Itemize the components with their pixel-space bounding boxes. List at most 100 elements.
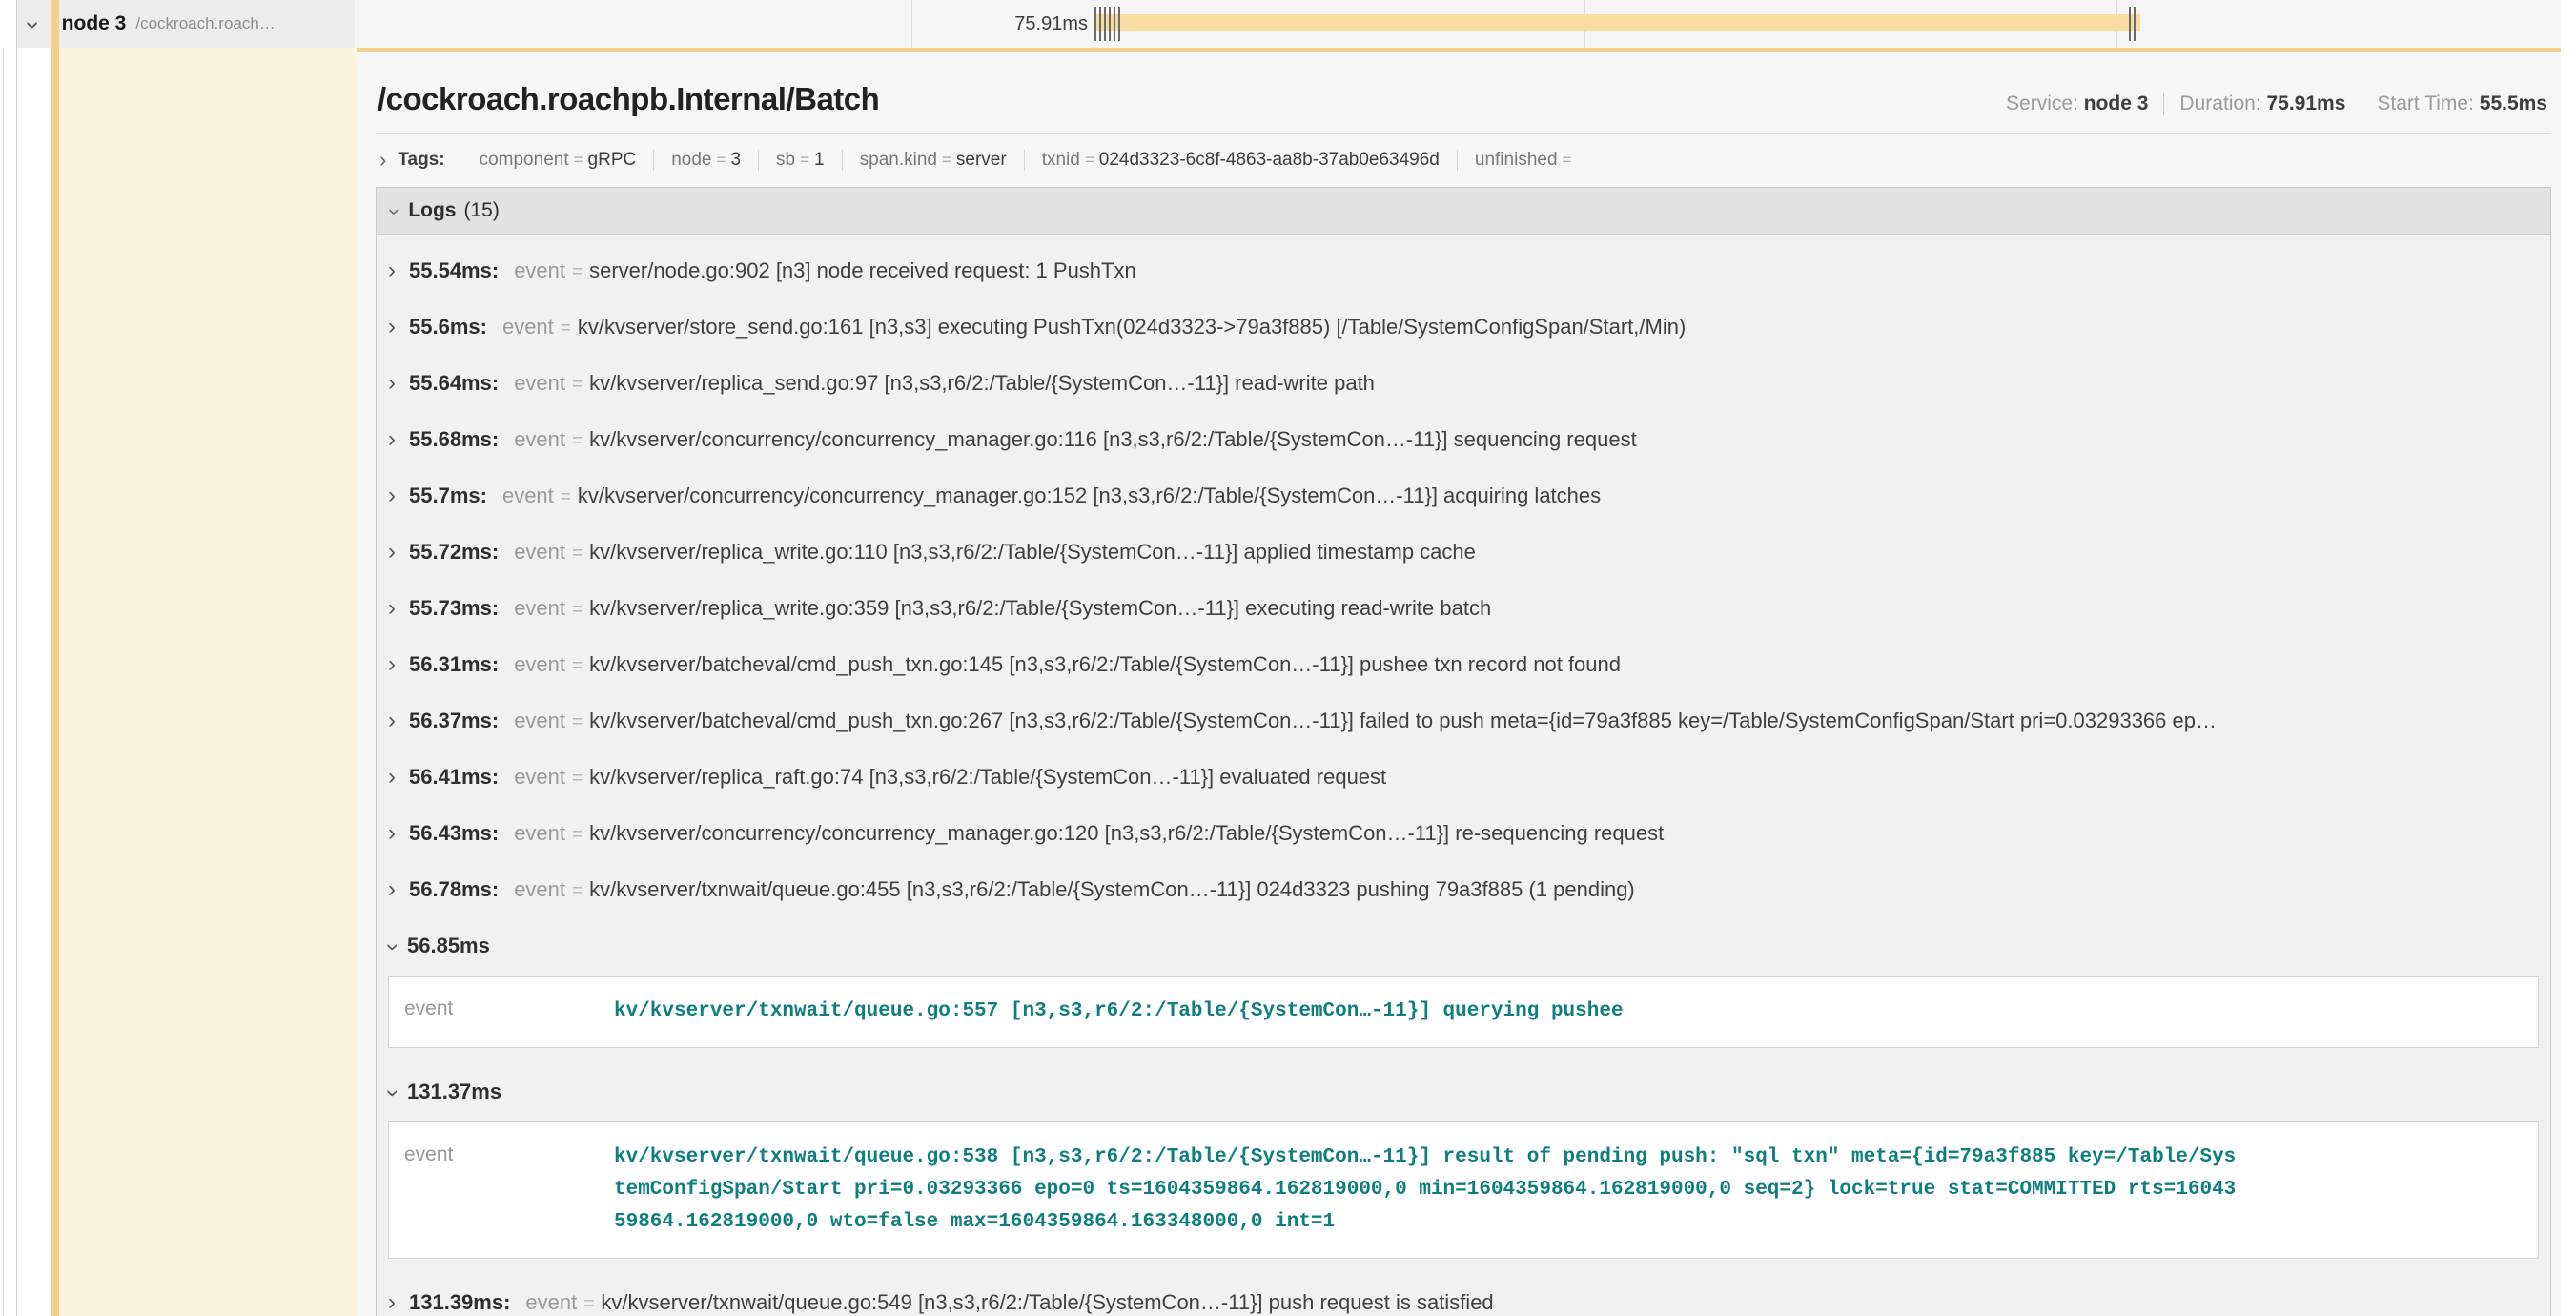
chevron-right-icon[interactable]: ›: [388, 484, 396, 507]
service-value: node 3: [2084, 93, 2149, 114]
log-message: kv/kvserver/batcheval/cmd_push_txn.go:26…: [589, 709, 2217, 732]
log-entry-row[interactable]: ›55.6ms:event=kv/kvserver/store_send.go:…: [377, 298, 2550, 355]
log-field-key: event: [525, 1290, 577, 1314]
equals-sign: =: [572, 656, 583, 676]
equals-sign: =: [572, 431, 583, 451]
log-message: kv/kvserver/concurrency/concurrency_mana…: [589, 821, 1664, 845]
log-field-key: event: [514, 258, 565, 282]
log-message: kv/kvserver/txnwait/queue.go:549 [n3,s3,…: [601, 1290, 1493, 1314]
log-entry-row[interactable]: ›55.73ms:event=kv/kvserver/replica_write…: [377, 580, 2550, 636]
equals-sign: =: [572, 712, 583, 732]
tag-value: 1: [814, 150, 825, 170]
log-message: kv/kvserver/txnwait/queue.go:455 [n3,s3,…: [589, 877, 1635, 901]
log-timestamp: 55.6ms:: [409, 315, 487, 339]
tags-list: component=gRPC node=3 sb=1 span.kind=ser…: [462, 150, 1594, 171]
tag-value: 3: [730, 150, 741, 170]
chevron-right-icon[interactable]: ›: [388, 259, 396, 282]
log-timestamp: 56.41ms:: [409, 765, 499, 789]
chevron-right-icon[interactable]: ›: [388, 1291, 396, 1314]
equals-sign: =: [561, 319, 571, 339]
log-marker: [1094, 7, 1096, 41]
log-field-key: event: [514, 596, 565, 620]
log-message: kv/kvserver/concurrency/concurrency_mana…: [589, 427, 1637, 451]
equals-sign: =: [572, 375, 583, 395]
equals-sign: =: [1563, 151, 1572, 169]
chevron-down-icon[interactable]: ›: [381, 943, 404, 951]
logs-title: Logs: [408, 199, 456, 222]
chevron-right-icon[interactable]: ›: [388, 597, 396, 620]
chevron-right-icon[interactable]: ›: [388, 316, 396, 339]
logs-accordion-header[interactable]: › Logs (15): [377, 188, 2550, 235]
log-timestamp: 56.37ms:: [409, 709, 499, 732]
log-field-key: event: [514, 821, 565, 845]
chevron-right-icon[interactable]: ›: [388, 766, 396, 789]
tags-accordion-header[interactable]: › Tags: component=gRPC node=3 sb=1 span.…: [376, 134, 2551, 185]
log-entry-expanded-header[interactable]: ›131.37ms: [377, 1063, 2550, 1118]
equals-sign: =: [572, 881, 583, 901]
log-message: server/node.go:902 [n3] node received re…: [589, 258, 1136, 282]
log-message: kv/kvserver/concurrency/concurrency_mana…: [578, 483, 1601, 507]
log-field-key: event: [514, 877, 565, 901]
log-timestamp: 55.73ms:: [409, 596, 499, 620]
equals-sign: =: [572, 769, 583, 789]
log-detail-card: event kv/kvserver/txnwait/queue.go:538 […: [388, 1121, 2539, 1259]
log-entry-expanded-header[interactable]: ›56.85ms: [377, 917, 2550, 972]
log-field-key: event: [514, 709, 565, 732]
log-entry-row[interactable]: ›56.31ms:event=kv/kvserver/batcheval/cmd…: [377, 636, 2550, 692]
operation-name: /cockroach.roach…: [135, 14, 275, 33]
span-detail-panel: /cockroach.roachpb.Internal/Batch Servic…: [357, 48, 2561, 1316]
log-message: kv/kvserver/batcheval/cmd_push_txn.go:14…: [589, 652, 1621, 676]
log-marker: [1114, 7, 1115, 41]
log-entry-row[interactable]: ›55.7ms:event=kv/kvserver/concurrency/co…: [377, 467, 2550, 524]
log-entry-row[interactable]: ›131.39ms:event=kv/kvserver/txnwait/queu…: [377, 1274, 2550, 1316]
log-message: kv/kvserver/replica_send.go:97 [n3,s3,r6…: [589, 371, 1375, 395]
chevron-down-icon[interactable]: ›: [381, 1089, 404, 1097]
log-field-key: event: [514, 540, 565, 564]
log-field-key: event: [404, 996, 614, 1020]
log-entry-row[interactable]: ›55.72ms:event=kv/kvserver/replica_write…: [377, 524, 2550, 580]
log-marker: [1099, 7, 1101, 41]
tag-pill: span.kind=server: [842, 150, 1024, 171]
log-field-key: event: [514, 652, 565, 676]
log-timestamp: 55.54ms:: [409, 258, 499, 282]
chevron-right-icon[interactable]: ›: [388, 709, 396, 732]
chevron-right-icon[interactable]: ›: [379, 150, 386, 171]
log-timestamp: 55.72ms:: [409, 540, 499, 564]
log-message: kv/kvserver/replica_write.go:359 [n3,s3,…: [589, 596, 1491, 620]
collapse-chevron-icon[interactable]: ›: [22, 21, 47, 30]
chevron-right-icon[interactable]: ›: [388, 372, 396, 395]
detail-row-accent: [59, 48, 357, 1316]
log-entry-row[interactable]: ›56.43ms:event=kv/kvserver/concurrency/c…: [377, 805, 2550, 861]
chevron-right-icon[interactable]: ›: [388, 822, 396, 845]
service-label: Service:: [2006, 93, 2078, 114]
log-entry-row[interactable]: ›55.54ms:event=server/node.go:902 [n3] n…: [377, 242, 2550, 298]
span-timeline[interactable]: 75.91ms: [355, 0, 2561, 48]
equals-sign: =: [1085, 151, 1094, 169]
span-color-strip: [51, 0, 59, 1316]
tag-key: span.kind: [860, 150, 937, 170]
span-duration-label: 75.91ms: [355, 0, 1088, 48]
indent-guide: [16, 0, 17, 1316]
log-entry-row[interactable]: › 56.37ms: event = kv/kvserver/batcheval/cmd…: [377, 692, 2550, 749]
span-bar-row[interactable]: › node 3 /cockroach.roach… 75.91ms: [0, 0, 2576, 48]
span-bar[interactable]: [1094, 14, 2140, 31]
log-message: kv/kvserver/replica_raft.go:74 [n3,s3,r6…: [589, 765, 1386, 789]
equals-sign: =: [572, 825, 583, 845]
chevron-right-icon[interactable]: ›: [388, 541, 396, 564]
log-field-value: kv/kvserver/txnwait/queue.go:538 [n3,s3,…: [614, 1141, 2236, 1239]
tag-value: gRPC: [588, 150, 637, 170]
log-entry-row[interactable]: ›56.41ms:event=kv/kvserver/replica_raft.…: [377, 749, 2550, 805]
tag-value: server: [956, 150, 1007, 170]
chevron-down-icon[interactable]: ›: [384, 208, 405, 215]
chevron-right-icon[interactable]: ›: [388, 428, 396, 451]
chevron-right-icon[interactable]: ›: [388, 878, 396, 901]
service-name: node 3: [62, 12, 127, 35]
start-time-label: Start Time:: [2377, 93, 2474, 114]
log-entry-row[interactable]: ›55.64ms:event=kv/kvserver/replica_send.…: [377, 355, 2550, 411]
chevron-right-icon[interactable]: ›: [388, 653, 396, 676]
log-field-key: event: [514, 427, 565, 451]
span-meta: Service: node 3Duration: 75.91msStart Ti…: [2006, 93, 2547, 115]
log-entry-row[interactable]: ›55.68ms:event=kv/kvserver/concurrency/c…: [377, 411, 2550, 467]
span-name-column[interactable]: › node 3 /cockroach.roach…: [17, 0, 355, 48]
log-entry-row[interactable]: ›56.78ms:event=kv/kvserver/txnwait/queue…: [377, 861, 2550, 917]
